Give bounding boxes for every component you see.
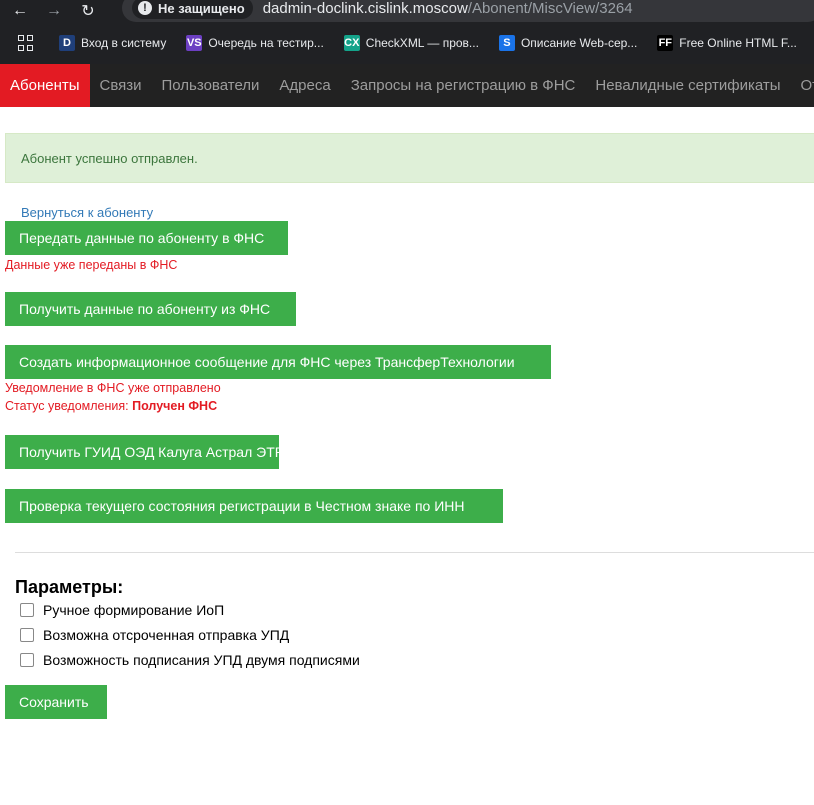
reload-icon[interactable]: ↻ xyxy=(76,0,100,22)
warning-icon: ! xyxy=(138,1,152,15)
success-alert: Абонент успешно отправлен. xyxy=(5,133,814,183)
status-value: Получен ФНС xyxy=(132,399,218,413)
divider xyxy=(15,552,814,553)
checkbox[interactable] xyxy=(20,603,34,617)
bookmark-vs-icon: VS xyxy=(186,35,203,51)
bookmark-label: CheckXML — пров... xyxy=(365,36,479,50)
get-from-fns-button[interactable]: Получить данные по абоненту из ФНС xyxy=(5,292,296,326)
bookmark-checkxml-icon: CX xyxy=(343,35,360,51)
checkbox[interactable] xyxy=(20,653,34,667)
params-title: Параметры: xyxy=(15,577,124,597)
bookmark-checkxml[interactable]: CX CheckXML — пров... xyxy=(343,35,479,51)
option-dual-signature[interactable]: Возможность подписания УПД двумя подпися… xyxy=(20,652,360,668)
checkbox[interactable] xyxy=(20,628,34,642)
browser-address-bar: ← → ↻ ! Не защищено dadmin-doclink.cisli… xyxy=(0,0,814,22)
url-path: /Abonent/MiscView/3264 xyxy=(467,0,633,17)
option-label: Возможна отсроченная отправка УПД xyxy=(43,627,290,643)
send-to-fns-button[interactable]: Передать данные по абоненту в ФНС xyxy=(5,221,288,255)
get-guid-button[interactable]: Получить ГУИД ОЭД Калуга Астрал ЭТРН xyxy=(5,435,294,469)
tab-fns-requests[interactable]: Запросы на регистрацию в ФНС xyxy=(341,64,586,107)
apps-grid-icon[interactable] xyxy=(18,35,33,51)
bookmark-test-queue[interactable]: VS Очередь на тестир... xyxy=(186,35,324,51)
bookmark-d-icon: D xyxy=(59,35,75,51)
back-arrow-icon[interactable]: ← xyxy=(8,0,32,22)
tab-users[interactable]: Пользователи xyxy=(152,64,270,107)
check-chz-registration-button[interactable]: Проверка текущего состояния регистрации … xyxy=(5,489,503,523)
bookmark-label: Очередь на тестир... xyxy=(208,36,324,50)
tab-abonents[interactable]: Абоненты xyxy=(0,64,90,107)
bookmarks-bar: D Вход в систему VS Очередь на тестир...… xyxy=(0,22,814,64)
tab-addresses[interactable]: Адреса xyxy=(269,64,340,107)
notification-status: Статус уведомления: Получен ФНС xyxy=(5,399,217,413)
save-button[interactable]: Сохранить xyxy=(5,685,107,719)
bookmark-web-service[interactable]: S Описание Web-сер... xyxy=(498,35,638,51)
tab-invalid-certs[interactable]: Невалидные сертификаты xyxy=(585,64,790,107)
option-deferred-upd[interactable]: Возможна отсроченная отправка УПД xyxy=(20,627,289,643)
send-fns-note: Данные уже переданы в ФНС xyxy=(5,258,178,272)
create-fns-message-button[interactable]: Создать информационное сообщение для ФНС… xyxy=(5,345,551,379)
option-manual-iop[interactable]: Ручное формирование ИоП xyxy=(20,602,224,618)
tab-reports[interactable]: Отче xyxy=(791,64,814,107)
main-navbar: Абоненты Связи Пользователи Адреса Запро… xyxy=(0,64,814,107)
option-label: Ручное формирование ИоП xyxy=(43,602,225,618)
status-label: Статус уведомления: xyxy=(5,399,133,413)
security-label: Не защищено xyxy=(158,0,245,16)
bookmark-label: Описание Web-сер... xyxy=(520,36,638,50)
option-label: Возможность подписания УПД двумя подпися… xyxy=(43,652,360,668)
bookmark-s-icon: S xyxy=(498,35,515,51)
tab-links[interactable]: Связи xyxy=(90,64,152,107)
back-to-abonent-link[interactable]: Вернуться к абоненту xyxy=(21,205,153,220)
notification-sent-note: Уведомление в ФНС уже отправлено xyxy=(5,381,221,395)
bookmark-label: Free Online HTML F... xyxy=(679,36,797,50)
forward-arrow-icon[interactable]: → xyxy=(42,0,66,22)
security-chip[interactable]: ! Не защищено xyxy=(132,0,253,19)
omnibox[interactable]: ! Не защищено dadmin-doclink.cislink.mos… xyxy=(122,0,814,22)
url-host: dadmin-doclink.cislink.moscow xyxy=(262,0,468,17)
bookmark-html-formatter[interactable]: FF Free Online HTML F... xyxy=(657,35,797,51)
bookmark-login[interactable]: D Вход в систему xyxy=(59,35,166,51)
bookmark-ff-icon: FF xyxy=(657,35,674,51)
bookmark-label: Вход в систему xyxy=(81,36,167,50)
